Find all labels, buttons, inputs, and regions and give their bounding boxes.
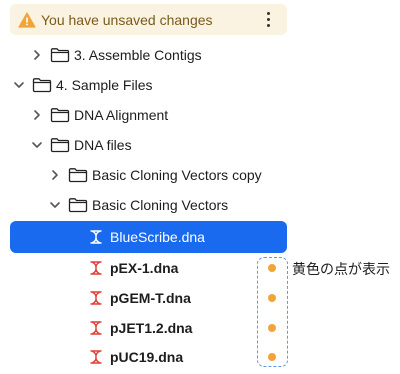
chevron-right-icon[interactable] (48, 168, 62, 182)
dna-file-icon (88, 260, 104, 276)
tree-item-label: 4. Sample Files (56, 77, 153, 93)
tree-item-dna-alignment[interactable]: DNA Alignment (10, 100, 287, 130)
tree-item-label: DNA files (74, 137, 132, 153)
folder-icon (68, 197, 88, 213)
tree-item-label: BlueScribe.dna (110, 229, 205, 245)
tree-item-label: Basic Cloning Vectors copy (92, 167, 262, 183)
folder-icon (50, 137, 70, 153)
modified-dot-icon (268, 324, 276, 332)
unsaved-changes-banner: You have unsaved changes (10, 4, 287, 35)
tree-item-dna-files[interactable]: DNA files (10, 130, 287, 160)
folder-icon (32, 77, 52, 93)
tree-item-label: pUC19.dna (110, 349, 184, 365)
more-options-icon[interactable] (259, 10, 277, 30)
tree-item-label: Basic Cloning Vectors (92, 197, 229, 213)
banner-message: You have unsaved changes (41, 11, 213, 28)
chevron-down-icon[interactable] (30, 138, 44, 152)
dna-file-icon (88, 349, 104, 365)
tree-item-pex-1[interactable]: pEX-1.dna (10, 253, 287, 283)
chevron-right-icon[interactable] (30, 48, 44, 62)
tree-item-puc19[interactable]: pUC19.dna (10, 342, 287, 372)
tree-item-basic-cloning-vectors[interactable]: Basic Cloning Vectors (10, 190, 287, 220)
tree-item-label: pEX-1.dna (110, 260, 179, 276)
warning-icon (18, 11, 36, 28)
modified-dots-highlight (257, 257, 288, 367)
tree-item-sample-files[interactable]: 4. Sample Files (10, 70, 287, 100)
tree-item-assemble-contigs[interactable]: 3. Assemble Contigs (10, 40, 287, 70)
chevron-down-icon[interactable] (48, 198, 62, 212)
tree-item-pgem-t[interactable]: pGEM-T.dna (10, 283, 287, 313)
chevron-down-icon[interactable] (12, 78, 26, 92)
dna-file-icon (88, 320, 104, 336)
modified-dot-icon (268, 353, 276, 361)
folder-icon (50, 107, 70, 123)
tree-item-label: pGEM-T.dna (110, 290, 191, 306)
tree-item-label: pJET1.2.dna (110, 320, 193, 336)
modified-dot-icon (268, 264, 276, 272)
dna-file-icon (88, 229, 104, 245)
folder-icon (50, 47, 70, 63)
annotation-label: 黄色の点が表示 (292, 261, 390, 277)
chevron-right-icon[interactable] (30, 108, 44, 122)
modified-dot-icon (268, 294, 276, 302)
folder-icon (68, 167, 88, 183)
file-tree-panel: You have unsaved changes 3. Assemble Con… (0, 0, 400, 374)
tree-item-label: DNA Alignment (74, 107, 169, 123)
tree-item-basic-cloning-vectors-copy[interactable]: Basic Cloning Vectors copy (10, 160, 287, 190)
tree-item-label: 3. Assemble Contigs (74, 47, 202, 63)
dna-file-icon (88, 290, 104, 306)
tree-item-bluescribe[interactable]: BlueScribe.dna (10, 221, 287, 253)
tree-item-pjet1-2[interactable]: pJET1.2.dna (10, 313, 287, 343)
